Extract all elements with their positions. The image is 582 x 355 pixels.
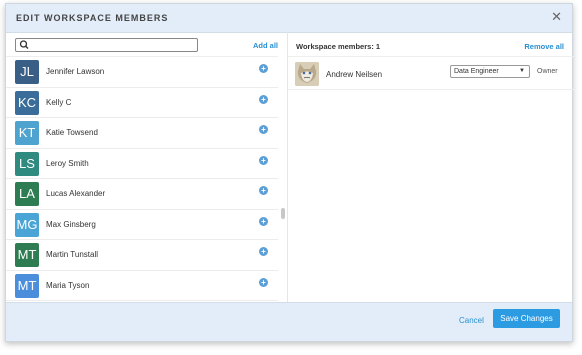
dialog-title: EDIT WORKSPACE MEMBERS [16, 13, 169, 23]
user-name: Jennifer Lawson [46, 67, 105, 76]
search-input[interactable] [30, 39, 195, 51]
list-scrollbar[interactable] [281, 208, 285, 219]
list-item: KT Katie Towsend + [6, 118, 278, 149]
user-name: Katie Towsend [46, 128, 98, 137]
members-count-title: Workspace members: 1 [296, 42, 381, 51]
save-changes-button[interactable]: Save Changes [493, 309, 560, 328]
dialog-header: EDIT WORKSPACE MEMBERS ✕ [6, 4, 572, 33]
user-name: Leroy Smith [46, 158, 89, 168]
list-item: LS Leroy Smith + [6, 149, 278, 179]
member-name: Andrew Neilsen [326, 70, 383, 79]
avatar: MT [15, 243, 39, 267]
list-item: MG Max Ginsberg + [6, 210, 278, 240]
avatar: MT [15, 273, 39, 298]
add-all-link[interactable]: Add all [253, 41, 278, 50]
workspace-members-panel: Workspace members: 1 Remove all Andrew N… [288, 32, 574, 303]
search-icon [19, 40, 29, 49]
add-user-icon[interactable]: + [259, 64, 268, 73]
add-user-icon[interactable]: + [259, 125, 268, 134]
member-row: Andrew Neilsen Data Engineer ▼ Owner [288, 56, 574, 90]
role-select[interactable]: Data Engineer ▼ [450, 65, 530, 78]
chevron-down-icon: ▼ [519, 68, 525, 74]
role-select-value: Data Engineer [454, 68, 499, 75]
avatar: MG [15, 212, 39, 237]
dialog-footer: Cancel Save Changes [6, 302, 572, 341]
search-field[interactable] [15, 38, 198, 52]
avatar [295, 62, 319, 86]
cat-avatar-icon [295, 62, 319, 86]
list-item: MT Maria Tyson + [6, 271, 278, 301]
avatar: KT [15, 121, 39, 145]
user-name: Martin Tunstall [46, 250, 99, 259]
add-user-icon[interactable]: + [259, 186, 268, 195]
avatar: KC [15, 90, 39, 115]
remove-all-link[interactable]: Remove all [524, 42, 564, 51]
user-name: Maria Tyson [46, 280, 90, 290]
user-name: Kelly C [46, 97, 72, 107]
close-icon[interactable]: ✕ [551, 9, 562, 25]
add-user-icon[interactable]: + [259, 247, 268, 256]
edit-workspace-members-dialog: EDIT WORKSPACE MEMBERS ✕ Add all JL Jenn… [5, 3, 574, 342]
list-item: KC Kelly C + [6, 88, 278, 118]
avatar: JL [15, 60, 39, 84]
add-user-icon[interactable]: + [259, 155, 268, 165]
list-item: LA Lucas Alexander + [6, 179, 278, 210]
avatar: LS [15, 151, 39, 176]
user-name: Lucas Alexander [46, 189, 106, 198]
avatar: LA [15, 182, 39, 206]
add-user-icon[interactable]: + [259, 94, 268, 104]
cancel-button[interactable]: Cancel [459, 316, 484, 325]
add-user-icon[interactable]: + [259, 216, 268, 226]
user-name: Max Ginsberg [46, 219, 96, 229]
owner-label: Owner [537, 68, 558, 75]
available-users-panel: Add all JL Jennifer Lawson + KC Kelly C … [6, 32, 288, 303]
list-item: MT Martin Tunstall + [6, 240, 278, 271]
add-user-icon[interactable]: + [259, 277, 268, 287]
user-list: JL Jennifer Lawson + KC Kelly C + KT Kat… [6, 56, 278, 303]
list-item: JL Jennifer Lawson + [6, 57, 278, 88]
